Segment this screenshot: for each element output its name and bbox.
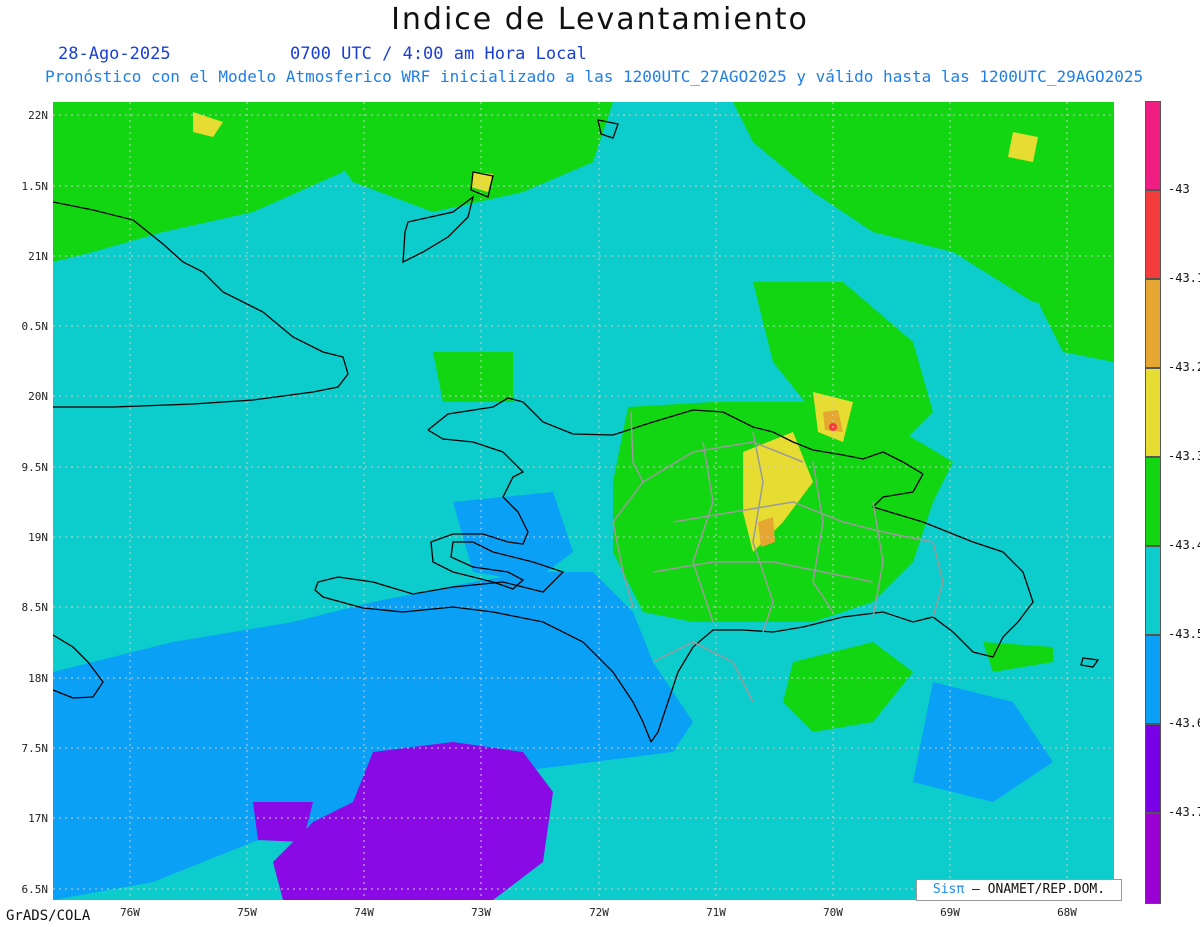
lat-label: 21N — [28, 250, 48, 263]
brand-badge: Sisπ – ONAMET/REP.DOM. — [916, 879, 1122, 901]
forecast-time: 0700 UTC / 4:00 am Hora Local — [290, 44, 587, 64]
lon-label: 72W — [589, 906, 609, 919]
lon-label: 76W — [120, 906, 140, 919]
colorbar-segment — [1145, 635, 1161, 724]
grads-credit: GrADS/COLA — [6, 908, 91, 924]
lon-label: 70W — [823, 906, 843, 919]
colorbar-label: -43.6 — [1168, 716, 1200, 730]
lat-label: 8.5N — [21, 601, 49, 614]
colorbar-segment — [1145, 190, 1161, 279]
lat-label: 22N — [28, 109, 48, 122]
lat-label: 0.5N — [21, 320, 49, 333]
lon-label: 69W — [940, 906, 960, 919]
lat-label: 20N — [28, 390, 48, 403]
colorbar-segment — [1145, 457, 1161, 546]
colorbar-segment — [1145, 368, 1161, 457]
colorbar-label: -43.7 — [1168, 805, 1200, 819]
lat-label: 6.5N — [21, 883, 49, 896]
lon-label: 68W — [1057, 906, 1077, 919]
chart-title: Indice de Levantamiento — [391, 2, 809, 37]
colorbar-label: -43.2 — [1168, 360, 1200, 374]
lat-label: 7.5N — [21, 742, 49, 755]
colorbar-segment — [1145, 724, 1161, 813]
colorbar-segment — [1145, 101, 1161, 190]
colorbar-segment — [1145, 813, 1161, 904]
weather-map — [53, 102, 1114, 900]
colorbar-label: -43.4 — [1168, 538, 1200, 552]
lon-label: 74W — [354, 906, 374, 919]
brand-text: – ONAMET/REP.DOM. — [964, 882, 1106, 897]
lon-label: 71W — [706, 906, 726, 919]
lon-label: 73W — [471, 906, 491, 919]
lat-label: 1.5N — [21, 180, 49, 193]
lat-label: 18N — [28, 672, 48, 685]
lat-label: 17N — [28, 812, 48, 825]
lat-label: 19N — [28, 531, 48, 544]
colorbar-label: -43 — [1168, 182, 1190, 196]
colorbar-label: -43.3 — [1168, 449, 1200, 463]
colorbar-segment — [1145, 546, 1161, 635]
lon-label: 75W — [237, 906, 257, 919]
colorbar-label: -43.5 — [1168, 627, 1200, 641]
forecast-date: 28-Ago-2025 — [58, 44, 171, 64]
colorbar-label: -43.1 — [1168, 271, 1200, 285]
brand-logo: Sisπ — [932, 882, 965, 897]
model-subtitle: Pronóstico con el Modelo Atmosferico WRF… — [45, 67, 1144, 86]
lat-label: 9.5N — [21, 461, 49, 474]
colorbar-segment — [1145, 279, 1161, 368]
